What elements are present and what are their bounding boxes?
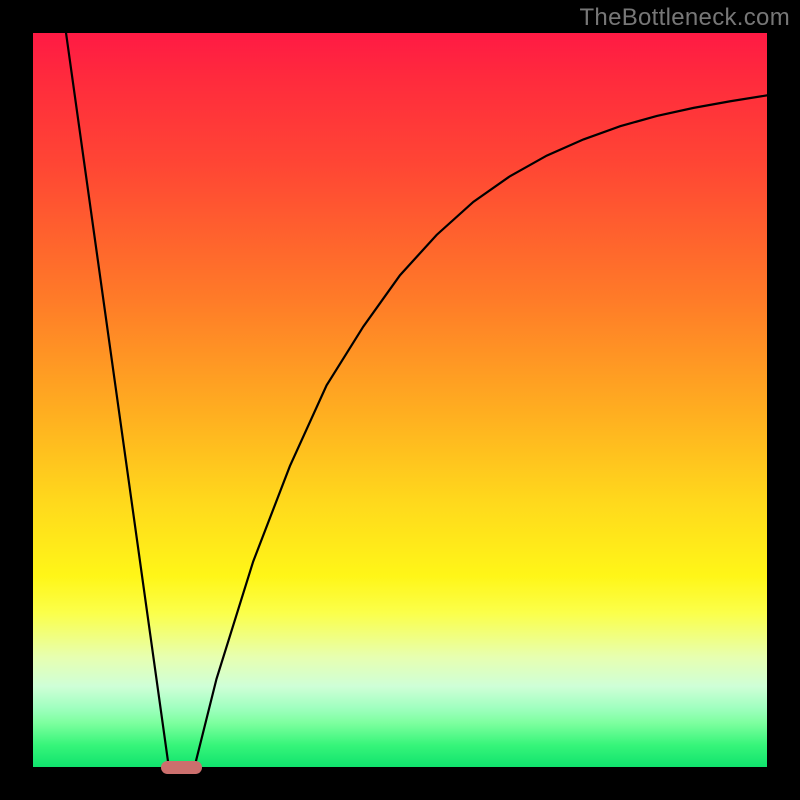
curve-right-branch xyxy=(194,95,767,767)
chart-frame: TheBottleneck.com xyxy=(0,0,800,800)
curve-left-branch xyxy=(66,33,169,767)
watermark-text: TheBottleneck.com xyxy=(579,4,790,32)
optimal-marker xyxy=(161,761,201,774)
chart-curve xyxy=(33,33,767,767)
chart-plot-area xyxy=(33,33,767,767)
